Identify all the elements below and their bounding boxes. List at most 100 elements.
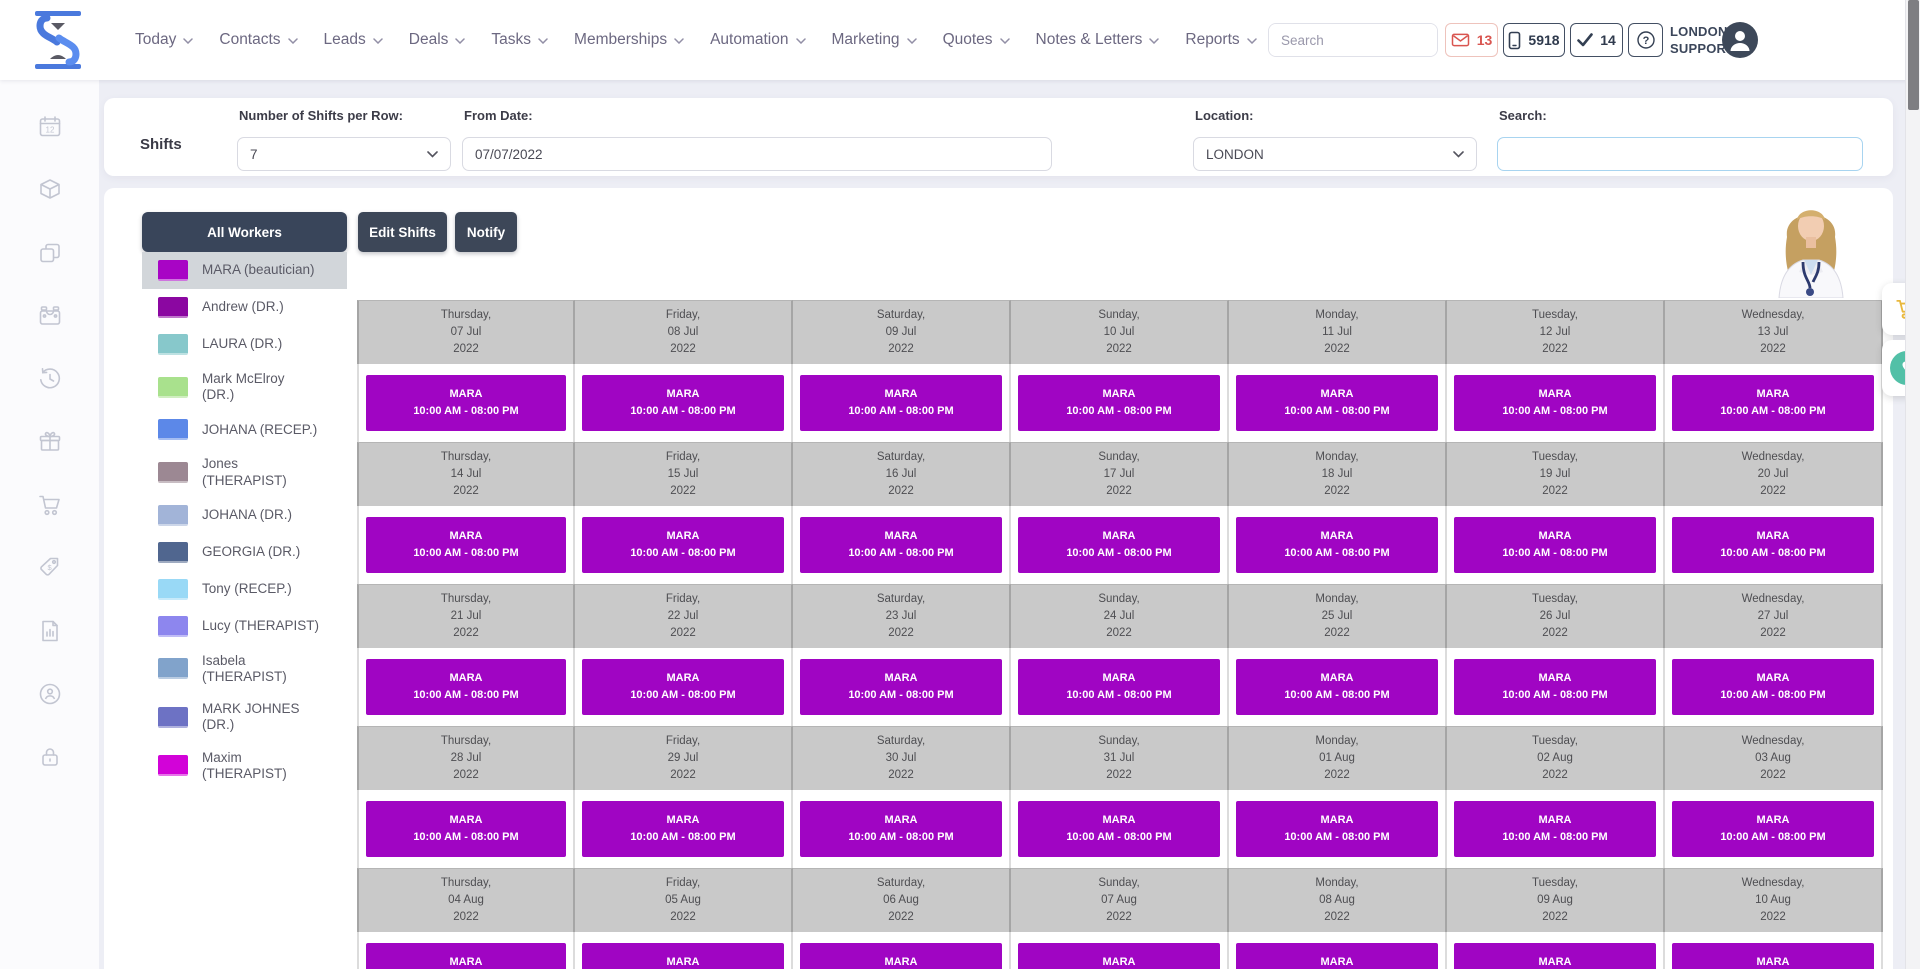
from-date-input[interactable] [463,138,1051,170]
shift-block[interactable]: MARA 10:00 AM - 08:00 PM [1672,659,1874,715]
shift-block[interactable]: MARA 10:00 AM - 08:00 PM [1454,801,1656,857]
shift-block[interactable]: MARA 10:00 AM - 08:00 PM [1018,801,1220,857]
mobile-phone-icon [1508,31,1521,50]
worker-row[interactable]: MARA (beautician) [142,252,347,289]
user-avatar[interactable] [1722,22,1758,58]
shift-block[interactable]: MARA 10:00 AM - 08:00 PM [1236,517,1438,573]
day-year: 2022 [1760,767,1786,784]
nav-menu-item[interactable]: Marketing [832,31,917,49]
worker-row[interactable]: Mark McElroy (DR.) [142,363,347,411]
nav-menu-item[interactable]: Contacts [219,31,297,49]
shift-block[interactable]: MARA 10:00 AM - 08:00 PM [1672,517,1874,573]
shift-worker-name: MARA [885,812,918,829]
mail-notifications-button[interactable]: 13 [1445,23,1498,57]
shifts-per-row-select[interactable]: 7 [237,137,451,171]
nav-menu-item[interactable]: Automation [710,31,805,49]
shift-block[interactable]: MARA 10:00 AM - 08:00 PM [1236,659,1438,715]
worker-row[interactable]: Maxim (THERAPIST) [142,742,347,790]
shift-block[interactable]: MARA 10:00 AM - 08:00 PM [1454,943,1656,969]
calendar-day-body: MARA 10:00 AM - 08:00 PM [1447,506,1665,584]
cash-register-icon[interactable] [37,303,63,329]
shift-time-range: 10:00 AM - 08:00 PM [1502,545,1607,562]
nav-menu-item[interactable]: Deals [409,31,466,49]
shift-block[interactable]: MARA 10:00 AM - 08:00 PM [366,375,566,431]
shift-search-input[interactable] [1498,138,1862,170]
gift-icon[interactable] [37,429,63,455]
calendar-day-cell: Monday, 01 Aug 2022 MARA 10:00 AM - 08:0… [1229,726,1447,868]
shift-block[interactable]: MARA 10:00 AM - 08:00 PM [366,943,566,969]
price-tag-icon[interactable]: $ [37,555,63,581]
shift-block[interactable]: MARA 10:00 AM - 08:00 PM [800,375,1002,431]
shift-block[interactable]: MARA 10:00 AM - 08:00 PM [1454,375,1656,431]
shift-block[interactable]: MARA 10:00 AM - 08:00 PM [366,801,566,857]
nav-menu-item[interactable]: Leads [324,31,383,49]
global-search-input[interactable] [1269,24,1438,56]
worker-row[interactable]: Andrew (DR.) [142,289,347,326]
shift-block[interactable]: MARA 10:00 AM - 08:00 PM [582,375,784,431]
chevron-down-icon [288,38,298,44]
nav-menu-item[interactable]: Today [135,31,193,49]
shift-block[interactable]: MARA 10:00 AM - 08:00 PM [800,801,1002,857]
day-year: 2022 [670,483,696,500]
location-select[interactable]: LONDON [1193,137,1477,171]
worker-row[interactable]: Lucy (THERAPIST) [142,608,347,645]
nav-menu-item[interactable]: Notes & Letters [1036,31,1160,49]
shift-block[interactable]: MARA 10:00 AM - 08:00 PM [1454,517,1656,573]
worker-row[interactable]: Isabela (THERAPIST) [142,645,347,693]
worker-row[interactable]: Jones (THERAPIST) [142,448,347,496]
notify-button[interactable]: Notify [455,212,517,252]
history-icon[interactable] [37,366,63,392]
lock-icon[interactable] [37,744,63,770]
edit-shifts-button[interactable]: Edit Shifts [358,212,447,252]
shift-block[interactable]: MARA 10:00 AM - 08:00 PM [582,517,784,573]
shift-block[interactable]: MARA 10:00 AM - 08:00 PM [1018,659,1220,715]
calendar-day-header: Monday, 25 Jul 2022 [1229,584,1447,648]
app-logo-hourglass-icon[interactable] [30,9,86,71]
shift-block[interactable]: MARA 10:00 AM - 08:00 PM [366,517,566,573]
shift-time-range: 10:00 AM - 08:00 PM [1066,687,1171,704]
shift-block[interactable]: MARA 10:00 AM - 08:00 PM [582,943,784,969]
shift-block[interactable]: MARA 10:00 AM - 08:00 PM [366,659,566,715]
cart-icon[interactable] [37,492,63,518]
shift-block[interactable]: MARA 10:00 AM - 08:00 PM [1672,943,1874,969]
scrollbar-thumb[interactable] [1908,0,1919,110]
tasks-done-button[interactable]: 14 [1570,23,1623,57]
worker-row[interactable]: GEORGIA (DR.) [142,534,347,571]
calendar-day-cell: Monday, 11 Jul 2022 MARA 10:00 AM - 08:0… [1229,300,1447,442]
worker-row[interactable]: MARK JOHNES (DR.) [142,693,347,741]
shift-block[interactable]: MARA 10:00 AM - 08:00 PM [582,659,784,715]
package-icon[interactable] [37,177,63,203]
shift-block[interactable]: MARA 10:00 AM - 08:00 PM [1018,943,1220,969]
shift-block[interactable]: MARA 10:00 AM - 08:00 PM [1672,801,1874,857]
day-year: 2022 [1106,341,1132,358]
worker-row[interactable]: JOHANA (DR.) [142,497,347,534]
phone-calls-button[interactable]: 5918 [1503,23,1565,57]
worker-row[interactable]: JOHANA (RECEP.) [142,411,347,448]
calendar-12-icon[interactable]: 12 [37,114,63,140]
shift-block[interactable]: MARA 10:00 AM - 08:00 PM [800,659,1002,715]
shift-block[interactable]: MARA 10:00 AM - 08:00 PM [582,801,784,857]
nav-menu-item[interactable]: Tasks [491,31,548,49]
day-year: 2022 [1324,767,1350,784]
day-date: 23 Jul [886,608,917,625]
shift-block[interactable]: MARA 10:00 AM - 08:00 PM [1672,375,1874,431]
copy-icon[interactable] [37,240,63,266]
day-weekday: Monday, [1315,449,1358,466]
shift-block[interactable]: MARA 10:00 AM - 08:00 PM [1236,943,1438,969]
shift-block[interactable]: MARA 10:00 AM - 08:00 PM [800,517,1002,573]
help-button[interactable]: ? [1628,23,1663,57]
shift-block[interactable]: MARA 10:00 AM - 08:00 PM [1236,801,1438,857]
all-workers-button[interactable]: All Workers [142,212,347,252]
shift-block[interactable]: MARA 10:00 AM - 08:00 PM [1454,659,1656,715]
worker-row[interactable]: LAURA (DR.) [142,326,347,363]
worker-row[interactable]: Tony (RECEP.) [142,571,347,608]
report-chart-icon[interactable] [37,618,63,644]
shift-block[interactable]: MARA 10:00 AM - 08:00 PM [1018,517,1220,573]
shift-block[interactable]: MARA 10:00 AM - 08:00 PM [800,943,1002,969]
account-support-icon[interactable] [37,681,63,707]
shift-block[interactable]: MARA 10:00 AM - 08:00 PM [1018,375,1220,431]
nav-menu-item[interactable]: Quotes [943,31,1010,49]
nav-menu-item[interactable]: Reports [1185,31,1256,49]
shift-block[interactable]: MARA 10:00 AM - 08:00 PM [1236,375,1438,431]
nav-menu-item[interactable]: Memberships [574,31,684,49]
